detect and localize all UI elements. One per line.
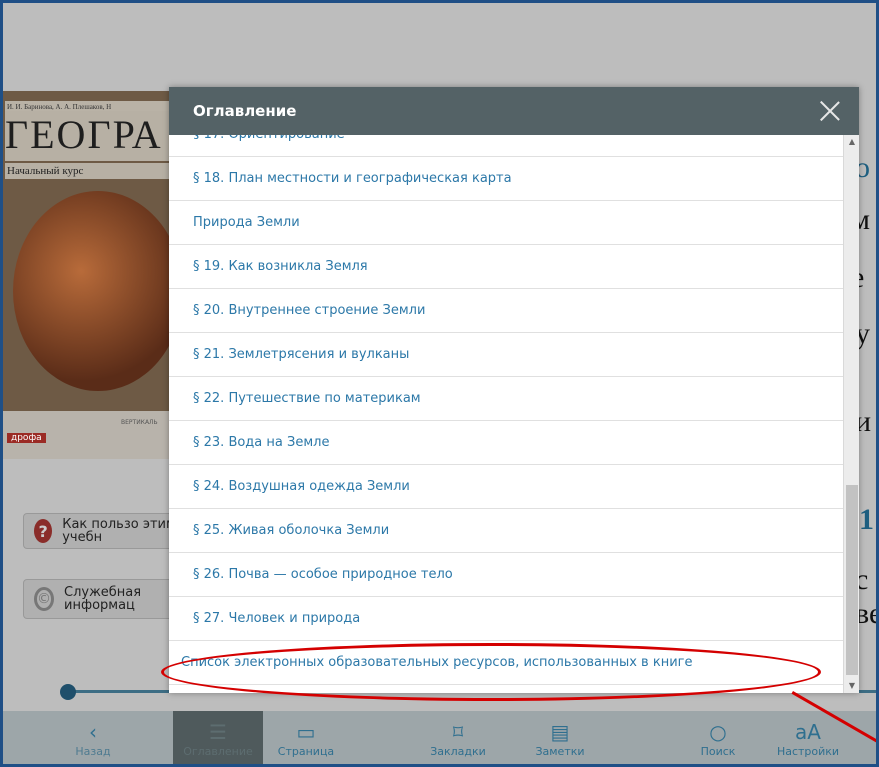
- toc-item[interactable]: § 21. Землетрясения и вулканы: [169, 333, 843, 377]
- search-icon: ○: [709, 719, 727, 744]
- bookmark-icon: ⌑: [452, 719, 464, 744]
- book-subtitle: Начальный курс: [5, 163, 179, 179]
- toc-item[interactable]: § 24. Воздушная одежда Земли: [169, 465, 843, 509]
- nav-label: Заметки: [535, 744, 585, 758]
- toc-item[interactable]: § 18. План местности и географическая ка…: [169, 157, 843, 201]
- toc-scrollbar[interactable]: ▲ ▼: [843, 135, 859, 693]
- toc-item[interactable]: § 19. Как возникла Земля: [169, 245, 843, 289]
- reading-progress-handle[interactable]: [60, 684, 76, 700]
- series-logo: ВЕРТИКАЛЬ: [121, 419, 158, 426]
- app-window: И. И. Баринова, А. А. Плешаков, Н ГЕОГРА…: [0, 0, 879, 767]
- copyright-icon: ©: [34, 587, 54, 611]
- scroll-up-arrow-icon[interactable]: ▲: [844, 135, 860, 149]
- nav-label: Страница: [277, 744, 335, 758]
- modal-header: Оглавление: [169, 87, 859, 135]
- nav-label: Оглавление: [183, 744, 253, 758]
- close-icon[interactable]: [819, 100, 841, 122]
- font-settings-icon: aA: [795, 719, 821, 744]
- nav-notes-button[interactable]: ▤ Заметки: [525, 711, 595, 764]
- service-label: Служебная информац: [64, 585, 142, 613]
- nav-label: Настройки: [776, 744, 840, 758]
- toc-item[interactable]: § 27. Человек и природа: [169, 597, 843, 641]
- page-icon: ▭: [296, 719, 316, 744]
- toc-item[interactable]: § 26. Почва — особое природное тело: [169, 553, 843, 597]
- nav-back-button[interactable]: ‹ Назад: [63, 711, 123, 764]
- toc-item-resources[interactable]: Список электронных образовательных ресур…: [169, 641, 843, 685]
- nav-page-button[interactable]: ▭ Страница: [271, 711, 341, 764]
- toc-item[interactable]: § 23. Вода на Земле: [169, 421, 843, 465]
- toc-icon: ☰: [209, 719, 227, 744]
- toc-item[interactable]: § 25. Живая оболочка Земли: [169, 509, 843, 553]
- book-cover: И. И. Баринова, А. А. Плешаков, Н ГЕОГРА…: [3, 91, 179, 459]
- book-title: ГЕОГРА: [5, 111, 179, 161]
- back-icon: ‹: [89, 719, 97, 744]
- toc-item[interactable]: § 17. Ориентирование: [169, 135, 843, 157]
- toc-item[interactable]: § 20. Внутреннее строение Земли: [169, 289, 843, 333]
- modal-title: Оглавление: [193, 102, 297, 120]
- nav-label: Назад: [75, 744, 111, 758]
- nav-label: Поиск: [700, 744, 736, 758]
- toc-item[interactable]: Природа Земли: [169, 201, 843, 245]
- toc-item[interactable]: § 22. Путешествие по материкам: [169, 377, 843, 421]
- help-button[interactable]: ? Как пользо этим учебн: [23, 513, 183, 549]
- service-info-button[interactable]: © Служебная информац: [23, 579, 183, 619]
- help-label: Как пользо этим учебн: [62, 517, 176, 545]
- toc-list: § 17. Ориентирование § 18. План местност…: [169, 135, 843, 693]
- notes-icon: ▤: [550, 719, 570, 744]
- bg-text-fragment: 1: [859, 503, 874, 536]
- nav-settings-button[interactable]: aA Настройки: [768, 711, 848, 764]
- scroll-down-arrow-icon[interactable]: ▼: [844, 679, 860, 693]
- scroll-thumb[interactable]: [846, 485, 858, 675]
- publisher-logo: дрофа: [7, 433, 46, 443]
- nav-toc-button[interactable]: ☰ Оглавление: [173, 711, 263, 764]
- nav-label: Закладки: [430, 744, 486, 758]
- question-icon: ?: [34, 519, 53, 543]
- toc-modal: Оглавление § 17. Ориентирование § 18. Пл…: [169, 87, 859, 693]
- globe-image: [13, 191, 179, 391]
- nav-search-button[interactable]: ○ Поиск: [683, 711, 753, 764]
- nav-bookmarks-button[interactable]: ⌑ Закладки: [423, 711, 493, 764]
